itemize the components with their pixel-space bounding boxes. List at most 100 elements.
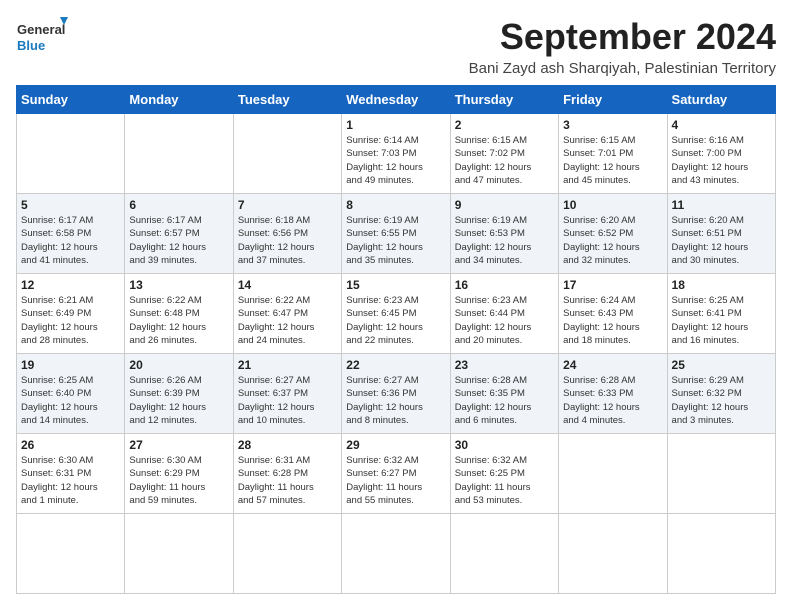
calendar-day-cell <box>17 114 125 194</box>
calendar-day-cell: 26 Sunrise: 6:30 AMSunset: 6:31 PMDayligh… <box>17 434 125 514</box>
weekday-header-friday: Friday <box>559 86 667 114</box>
day-info: Sunrise: 6:32 AMSunset: 6:27 PMDaylight:… <box>346 454 445 507</box>
calendar-day-cell: 7 Sunrise: 6:18 AMSunset: 6:56 PMDaylight… <box>233 194 341 274</box>
weekday-header-monday: Monday <box>125 86 233 114</box>
day-info: Sunrise: 6:25 AMSunset: 6:40 PMDaylight:… <box>21 374 120 427</box>
calendar-day-cell: 24 Sunrise: 6:28 AMSunset: 6:33 PMDayligh… <box>559 354 667 434</box>
svg-text:General: General <box>17 22 65 37</box>
day-number: 13 <box>129 278 228 292</box>
calendar-day-cell: 22Sunrise: 6:27 AMSunset: 6:36 PMDayligh… <box>342 354 450 434</box>
day-info: Sunrise: 6:27 AMSunset: 6:37 PMDaylight:… <box>238 374 337 427</box>
calendar-day-cell: 20 Sunrise: 6:26 AMSunset: 6:39 PMDayligh… <box>125 354 233 434</box>
calendar-day-cell: 23 Sunrise: 6:28 AMSunset: 6:35 PMDayligh… <box>450 354 558 434</box>
day-info: Sunrise: 6:28 AMSunset: 6:33 PMDaylight:… <box>563 374 662 427</box>
calendar-day-cell <box>559 434 667 514</box>
calendar-day-cell: 30 Sunrise: 6:32 AMSunset: 6:25 PMDayligh… <box>450 434 558 514</box>
calendar-day-cell <box>450 514 558 594</box>
day-number: 23 <box>455 358 554 372</box>
weekday-header-saturday: Saturday <box>667 86 775 114</box>
day-number: 20 <box>129 358 228 372</box>
day-info: Sunrise: 6:18 AMSunset: 6:56 PMDaylight:… <box>238 214 337 267</box>
day-info: Sunrise: 6:29 AMSunset: 6:32 PMDaylight:… <box>672 374 771 427</box>
day-number: 28 <box>238 438 337 452</box>
day-number: 6 <box>129 198 228 212</box>
svg-text:Blue: Blue <box>17 38 45 53</box>
weekday-header-thursday: Thursday <box>450 86 558 114</box>
day-info: Sunrise: 6:17 AMSunset: 6:57 PMDaylight:… <box>129 214 228 267</box>
calendar-day-cell: 18 Sunrise: 6:25 AMSunset: 6:41 PMDayligh… <box>667 274 775 354</box>
day-info: Sunrise: 6:30 AMSunset: 6:31 PMDaylight:… <box>21 454 120 507</box>
day-info: Sunrise: 6:17 AMSunset: 6:58 PMDaylight:… <box>21 214 120 267</box>
day-info: Sunrise: 6:21 AMSunset: 6:49 PMDaylight:… <box>21 294 120 347</box>
day-number: 19 <box>21 358 120 372</box>
calendar-day-cell: 2Sunrise: 6:15 AMSunset: 7:02 PMDaylight… <box>450 114 558 194</box>
day-number: 2 <box>455 118 554 132</box>
calendar-day-cell: 25Sunrise: 6:29 AMSunset: 6:32 PMDayligh… <box>667 354 775 434</box>
calendar-day-cell <box>667 514 775 594</box>
calendar-day-cell <box>125 114 233 194</box>
day-number: 7 <box>238 198 337 212</box>
day-number: 16 <box>455 278 554 292</box>
day-info: Sunrise: 6:26 AMSunset: 6:39 PMDaylight:… <box>129 374 228 427</box>
day-info: Sunrise: 6:22 AMSunset: 6:48 PMDaylight:… <box>129 294 228 347</box>
day-info: Sunrise: 6:19 AMSunset: 6:53 PMDaylight:… <box>455 214 554 267</box>
day-info: Sunrise: 6:23 AMSunset: 6:44 PMDaylight:… <box>455 294 554 347</box>
day-number: 10 <box>563 198 662 212</box>
calendar-day-cell: 13 Sunrise: 6:22 AMSunset: 6:48 PMDayligh… <box>125 274 233 354</box>
day-info: Sunrise: 6:30 AMSunset: 6:29 PMDaylight:… <box>129 454 228 507</box>
day-number: 18 <box>672 278 771 292</box>
day-number: 5 <box>21 198 120 212</box>
day-info: Sunrise: 6:27 AMSunset: 6:36 PMDaylight:… <box>346 374 445 427</box>
calendar-day-cell: 19 Sunrise: 6:25 AMSunset: 6:40 PMDayligh… <box>17 354 125 434</box>
day-number: 27 <box>129 438 228 452</box>
calendar-day-cell: 14 Sunrise: 6:22 AMSunset: 6:47 PMDayligh… <box>233 274 341 354</box>
day-number: 4 <box>672 118 771 132</box>
calendar-day-cell <box>559 514 667 594</box>
weekday-header-tuesday: Tuesday <box>233 86 341 114</box>
calendar-day-cell: 4 Sunrise: 6:16 AMSunset: 7:00 PMDaylight… <box>667 114 775 194</box>
calendar-day-cell: 6 Sunrise: 6:17 AMSunset: 6:57 PMDaylight… <box>125 194 233 274</box>
day-info: Sunrise: 6:20 AMSunset: 6:51 PMDaylight:… <box>672 214 771 267</box>
day-number: 14 <box>238 278 337 292</box>
calendar-day-cell: 29 Sunrise: 6:32 AMSunset: 6:27 PMDayligh… <box>342 434 450 514</box>
calendar-day-cell: 10 Sunrise: 6:20 AMSunset: 6:52 PMDayligh… <box>559 194 667 274</box>
month-title: September 2024 <box>469 16 776 58</box>
calendar-day-cell <box>342 514 450 594</box>
day-number: 17 <box>563 278 662 292</box>
calendar-day-cell: 11Sunrise: 6:20 AMSunset: 6:51 PMDayligh… <box>667 194 775 274</box>
calendar-day-cell: 27 Sunrise: 6:30 AMSunset: 6:29 PMDayligh… <box>125 434 233 514</box>
day-number: 24 <box>563 358 662 372</box>
day-info: Sunrise: 6:28 AMSunset: 6:35 PMDaylight:… <box>455 374 554 427</box>
day-number: 8 <box>346 198 445 212</box>
day-info: Sunrise: 6:22 AMSunset: 6:47 PMDaylight:… <box>238 294 337 347</box>
day-number: 9 <box>455 198 554 212</box>
calendar-day-cell <box>233 114 341 194</box>
calendar-day-cell: 5 Sunrise: 6:17 AMSunset: 6:58 PMDaylight… <box>17 194 125 274</box>
calendar-day-cell: 1 Sunrise: 6:14 AMSunset: 7:03 PMDaylight… <box>342 114 450 194</box>
day-info: Sunrise: 6:20 AMSunset: 6:52 PMDaylight:… <box>563 214 662 267</box>
calendar-day-cell: 8 Sunrise: 6:19 AMSunset: 6:55 PMDaylight… <box>342 194 450 274</box>
day-info: Sunrise: 6:32 AMSunset: 6:25 PMDaylight:… <box>455 454 554 507</box>
calendar-day-cell: 9 Sunrise: 6:19 AMSunset: 6:53 PMDaylight… <box>450 194 558 274</box>
logo-svg: General Blue <box>16 16 68 60</box>
calendar-day-cell: 3Sunrise: 6:15 AMSunset: 7:01 PMDaylight… <box>559 114 667 194</box>
day-info: Sunrise: 6:16 AMSunset: 7:00 PMDaylight:… <box>672 134 771 187</box>
day-number: 30 <box>455 438 554 452</box>
calendar-day-cell <box>17 514 125 594</box>
calendar-day-cell: 28 Sunrise: 6:31 AMSunset: 6:28 PMDayligh… <box>233 434 341 514</box>
day-number: 15 <box>346 278 445 292</box>
calendar-day-cell: 21Sunrise: 6:27 AMSunset: 6:37 PMDayligh… <box>233 354 341 434</box>
day-number: 1 <box>346 118 445 132</box>
calendar-day-cell <box>125 514 233 594</box>
day-info: Sunrise: 6:19 AMSunset: 6:55 PMDaylight:… <box>346 214 445 267</box>
day-number: 29 <box>346 438 445 452</box>
day-number: 26 <box>21 438 120 452</box>
day-info: Sunrise: 6:23 AMSunset: 6:45 PMDaylight:… <box>346 294 445 347</box>
day-info: Sunrise: 6:25 AMSunset: 6:41 PMDaylight:… <box>672 294 771 347</box>
day-info: Sunrise: 6:31 AMSunset: 6:28 PMDaylight:… <box>238 454 337 507</box>
title-block: September 2024 Bani Zayd ash Sharqiyah, … <box>469 16 776 77</box>
weekday-header-wednesday: Wednesday <box>342 86 450 114</box>
day-number: 12 <box>21 278 120 292</box>
day-info: Sunrise: 6:14 AMSunset: 7:03 PMDaylight:… <box>346 134 445 187</box>
calendar-day-cell <box>233 514 341 594</box>
